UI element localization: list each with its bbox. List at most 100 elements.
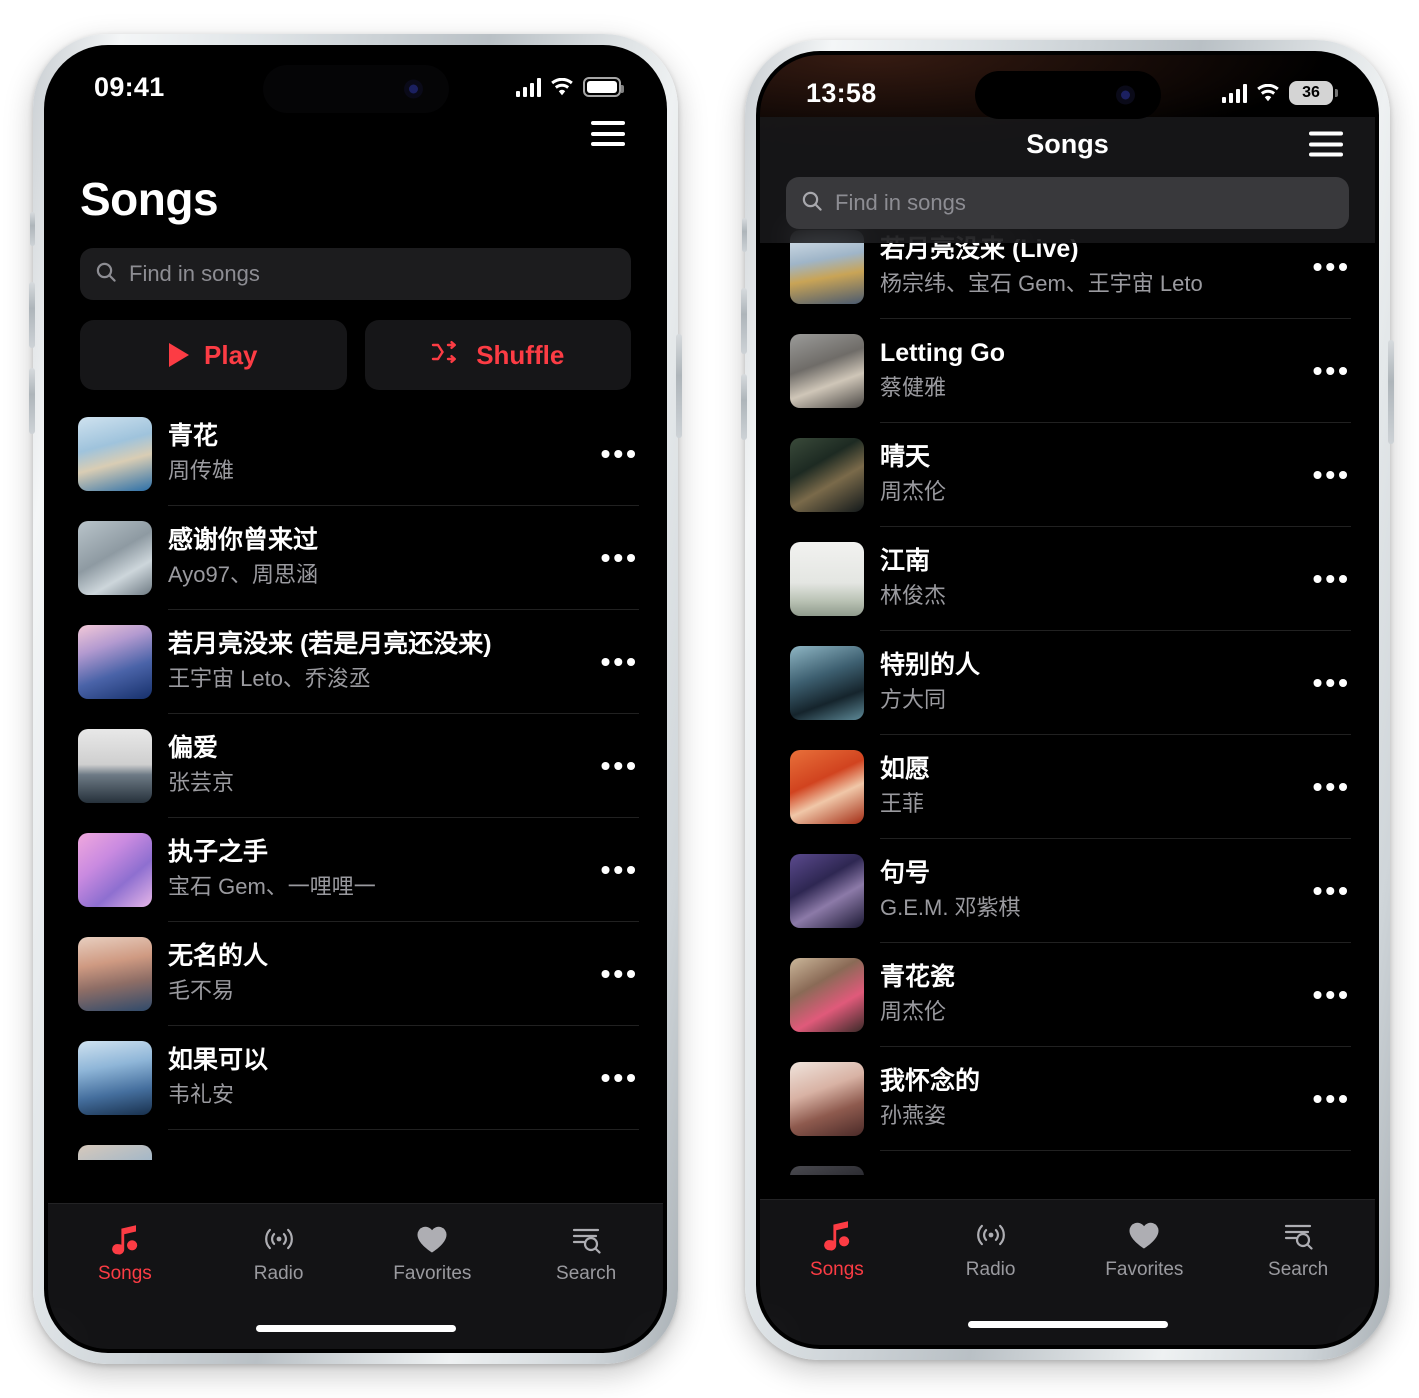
- more-options-icon[interactable]: •••: [1299, 772, 1351, 800]
- list-item[interactable]: 偏爱 张芸京 •••: [48, 714, 663, 818]
- tab-radio-label: Radio: [965, 1259, 1016, 1280]
- more-options-icon[interactable]: •••: [1299, 876, 1351, 904]
- play-button[interactable]: Play: [80, 320, 347, 390]
- volume-down-button[interactable]: [29, 368, 35, 434]
- list-item[interactable]: 感谢你曾来过 Ayo97、周思涵 •••: [48, 506, 663, 610]
- album-art: [790, 542, 864, 616]
- list-item[interactable]: 执子之手 宝石 Gem、一哩哩一 •••: [48, 818, 663, 922]
- tab-search[interactable]: Search: [1221, 1218, 1375, 1281]
- list-item[interactable]: 十年 •••: [760, 1151, 1375, 1175]
- hamburger-menu-icon[interactable]: [591, 121, 625, 146]
- song-title: 句号: [880, 859, 931, 888]
- tab-radio-label: Radio: [253, 1263, 304, 1284]
- album-art: [78, 625, 152, 699]
- front-camera-icon: [1115, 85, 1135, 105]
- more-options-icon[interactable]: •••: [587, 751, 639, 779]
- song-title: 青花瓷: [880, 963, 956, 992]
- list-item[interactable]: Letting Go 蔡健雅 •••: [760, 319, 1375, 423]
- front-camera-icon: [403, 79, 423, 99]
- song-title: 感谢你曾来过: [168, 526, 319, 555]
- album-art: [790, 438, 864, 512]
- tab-favorites[interactable]: Favorites: [1068, 1218, 1222, 1281]
- song-list-left[interactable]: 青花 周传雄 ••• 感谢你曾来过 Ayo97、周思涵 ••• 若月亮没来 (若…: [48, 400, 663, 1160]
- shuffle-button[interactable]: Shuffle: [364, 320, 631, 390]
- more-options-icon[interactable]: •••: [587, 439, 639, 467]
- search-input[interactable]: Find in songs: [80, 248, 631, 300]
- cellular-bars-icon: [515, 77, 541, 97]
- song-artist: 周传雄: [168, 457, 235, 483]
- tab-search-label: Search: [1268, 1259, 1329, 1280]
- screen-right: 13:58 36 Songs Find in songs 若月亮没来 (Live…: [760, 55, 1375, 1345]
- volume-up-button[interactable]: [741, 288, 747, 354]
- power-button[interactable]: [676, 334, 682, 438]
- song-artist: 韦礼安: [168, 1081, 235, 1107]
- album-art: [790, 958, 864, 1032]
- more-options-icon[interactable]: •••: [587, 959, 639, 987]
- more-options-icon[interactable]: •••: [1299, 564, 1351, 592]
- list-item[interactable]: 青花 周传雄 •••: [48, 402, 663, 506]
- album-art: [790, 854, 864, 928]
- song-artist: 孙燕姿: [880, 1102, 947, 1128]
- list-item[interactable]: 特别的人 方大同 •••: [760, 631, 1375, 735]
- tab-songs[interactable]: Songs: [48, 1222, 202, 1285]
- more-options-icon[interactable]: •••: [1299, 1084, 1351, 1112]
- more-options-icon[interactable]: •••: [1299, 252, 1351, 280]
- tab-search[interactable]: Search: [509, 1222, 663, 1285]
- list-item[interactable]: 青花瓷 周杰伦 •••: [760, 943, 1375, 1047]
- more-options-icon[interactable]: •••: [587, 543, 639, 571]
- more-options-icon[interactable]: •••: [1299, 460, 1351, 488]
- tab-favorites[interactable]: Favorites: [356, 1222, 510, 1285]
- hamburger-menu-icon[interactable]: [1309, 131, 1343, 157]
- tab-songs-label: Songs: [809, 1259, 864, 1280]
- phone-bezel-left: 09:41 Songs Find in songs Play Shuffle 青…: [44, 45, 667, 1353]
- tab-songs-label: Songs: [97, 1263, 152, 1284]
- list-item[interactable]: 阴天 •••: [48, 1130, 663, 1160]
- silent-switch[interactable]: [742, 218, 747, 252]
- volume-up-button[interactable]: [29, 282, 35, 348]
- wifi-icon: [1256, 83, 1280, 103]
- song-title: 晴天: [880, 443, 931, 472]
- more-options-icon[interactable]: •••: [587, 1063, 639, 1091]
- tab-radio[interactable]: Radio: [202, 1222, 356, 1285]
- power-button[interactable]: [1388, 340, 1394, 444]
- list-item[interactable]: 晴天 周杰伦 •••: [760, 423, 1375, 527]
- dynamic-island-left: [262, 65, 449, 113]
- tab-songs[interactable]: Songs: [760, 1218, 914, 1281]
- heart-icon: [416, 1222, 448, 1256]
- song-artist: 方大同: [880, 686, 947, 712]
- tab-bar-right: Songs Radio Favorites Search: [760, 1199, 1375, 1345]
- more-options-icon[interactable]: •••: [587, 855, 639, 883]
- more-options-icon[interactable]: •••: [587, 647, 639, 675]
- song-title: 如果可以: [168, 1046, 269, 1075]
- dynamic-island-right: [974, 71, 1161, 119]
- search-input[interactable]: Find in songs: [786, 177, 1349, 229]
- list-item[interactable]: 若月亮没来 (若是月亮还没来) 王宇宙 Leto、乔浚丞 •••: [48, 610, 663, 714]
- volume-down-button[interactable]: [741, 374, 747, 440]
- shuffle-icon: [431, 340, 461, 371]
- list-item[interactable]: 江南 林俊杰 •••: [760, 527, 1375, 631]
- home-indicator[interactable]: [255, 1325, 456, 1332]
- tab-radio[interactable]: Radio: [914, 1218, 1068, 1281]
- list-item[interactable]: 无名的人 毛不易 •••: [48, 922, 663, 1026]
- playback-actions: Play Shuffle: [48, 300, 663, 400]
- more-options-icon[interactable]: •••: [1299, 980, 1351, 1008]
- song-title: 青花: [168, 422, 219, 451]
- search-icon: [94, 260, 118, 289]
- home-indicator[interactable]: [967, 1321, 1168, 1328]
- song-title: 若月亮没来 (若是月亮还没来): [168, 630, 492, 659]
- song-artist: 宝石 Gem、一哩哩一: [168, 873, 376, 899]
- nav-header-right: Songs Find in songs: [760, 117, 1375, 243]
- song-list-right[interactable]: 若月亮没来 (Live) 杨宗纬、宝石 Gem、王宇宙 Leto ••• Let…: [760, 215, 1375, 1175]
- shuffle-button-label: Shuffle: [476, 339, 565, 370]
- status-indicators: [515, 77, 624, 97]
- radio-waves-icon: [974, 1218, 1008, 1252]
- phone-left: 09:41 Songs Find in songs Play Shuffle 青…: [29, 34, 682, 1364]
- list-item[interactable]: 句号 G.E.M. 邓紫棋 •••: [760, 839, 1375, 943]
- silent-switch[interactable]: [30, 212, 35, 246]
- song-artist: 王菲: [880, 790, 925, 816]
- list-item[interactable]: 如愿 王菲 •••: [760, 735, 1375, 839]
- list-item[interactable]: 我怀念的 孙燕姿 •••: [760, 1047, 1375, 1151]
- list-item[interactable]: 如果可以 韦礼安 •••: [48, 1026, 663, 1130]
- more-options-icon[interactable]: •••: [1299, 668, 1351, 696]
- more-options-icon[interactable]: •••: [1299, 356, 1351, 384]
